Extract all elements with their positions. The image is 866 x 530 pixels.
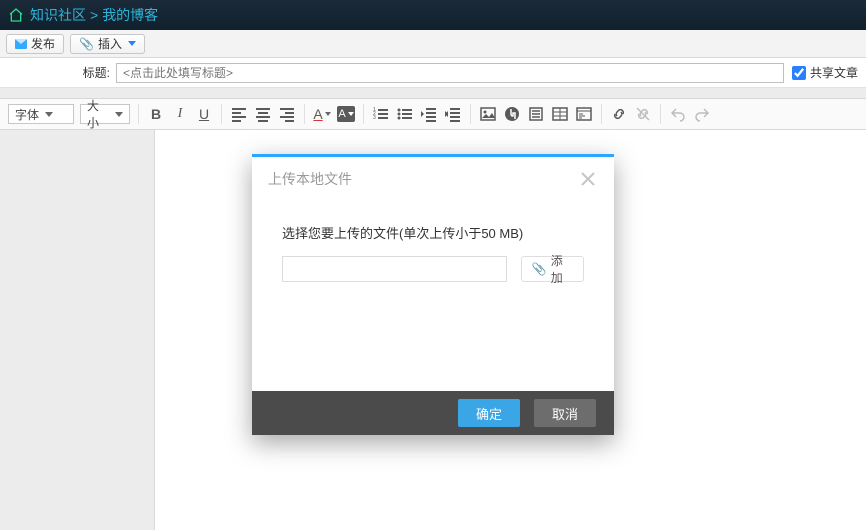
clip-icon: 📎 bbox=[532, 262, 547, 276]
modal-overlay: 上传本地文件 选择您要上传的文件(单次上传小于50 MB) 📎 添加 确定 取消 bbox=[0, 0, 866, 530]
add-label: 添加 bbox=[551, 252, 573, 286]
close-button[interactable] bbox=[578, 169, 598, 189]
upload-modal: 上传本地文件 选择您要上传的文件(单次上传小于50 MB) 📎 添加 确定 取消 bbox=[252, 154, 614, 435]
upload-hint: 选择您要上传的文件(单次上传小于50 MB) bbox=[282, 223, 584, 242]
modal-body: 选择您要上传的文件(单次上传小于50 MB) 📎 添加 bbox=[252, 201, 614, 391]
modal-title: 上传本地文件 bbox=[268, 169, 352, 189]
modal-footer: 确定 取消 bbox=[252, 391, 614, 435]
cancel-button[interactable]: 取消 bbox=[534, 399, 596, 427]
ok-button[interactable]: 确定 bbox=[458, 399, 520, 427]
file-path-input[interactable] bbox=[282, 256, 507, 282]
file-row: 📎 添加 bbox=[282, 256, 584, 282]
add-file-button[interactable]: 📎 添加 bbox=[521, 256, 584, 282]
modal-header: 上传本地文件 bbox=[252, 157, 614, 201]
